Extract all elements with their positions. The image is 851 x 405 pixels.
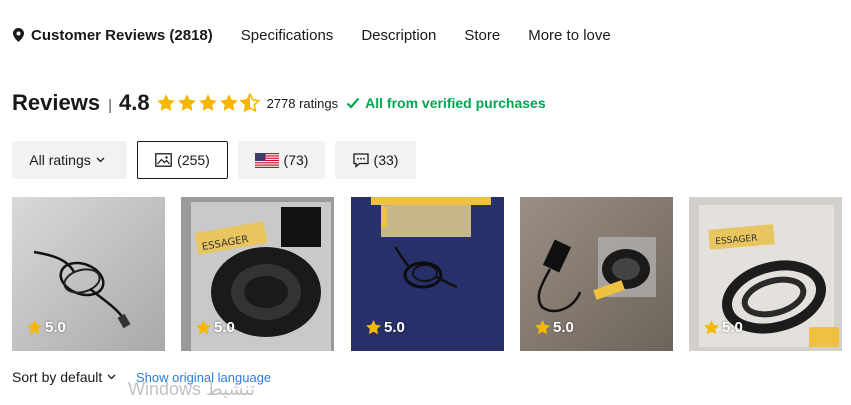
photos-filter[interactable]: (255) [137, 141, 228, 179]
photo-rating: 5.0 [703, 319, 743, 336]
tab-more-to-love[interactable]: More to love [528, 27, 611, 44]
tab-description[interactable]: Description [361, 27, 436, 44]
comment-icon [352, 152, 369, 168]
reviews-summary: Reviews | 4.8 2778 ratings All from veri… [12, 90, 546, 116]
tab-customer-reviews[interactable]: Customer Reviews (2818) [13, 27, 213, 44]
star-icon [177, 94, 196, 111]
photo-rating-value: 5.0 [384, 319, 405, 336]
comments-filter[interactable]: (33) [335, 141, 416, 179]
sort-label: Sort by default [12, 369, 103, 385]
show-original-language-link[interactable]: Show original language [136, 370, 271, 385]
photo-rating-value: 5.0 [553, 319, 574, 336]
reviews-title: Reviews [12, 90, 101, 115]
verified-text: All from verified purchases [365, 95, 546, 111]
image-icon [155, 153, 173, 167]
star-rating [156, 93, 261, 113]
verified-badge: All from verified purchases [346, 95, 546, 111]
star-icon [198, 94, 217, 111]
us-flag-icon [254, 152, 279, 168]
rating-count: 2778 ratings [266, 95, 339, 111]
review-photo[interactable]: ESSAGER 5.0 [181, 197, 334, 351]
product-tab-nav: Customer Reviews (2818) Specifications D… [13, 24, 639, 46]
half-star-icon [239, 93, 260, 113]
photo-rating-value: 5.0 [722, 319, 743, 336]
star-icon [704, 320, 719, 335]
star-icon [366, 320, 381, 335]
chevron-down-icon [96, 157, 105, 163]
photo-rating-value: 5.0 [45, 319, 66, 336]
photo-rating: 5.0 [365, 319, 405, 336]
photo-rating: 5.0 [195, 319, 235, 336]
photos-count: (255) [177, 152, 210, 168]
star-icon [535, 320, 550, 335]
all-ratings-dropdown[interactable]: All ratings [12, 141, 127, 179]
comments-count: (33) [373, 152, 399, 168]
review-photo[interactable]: 5.0 [12, 197, 165, 351]
checkmark-icon [346, 97, 360, 109]
star-icon [156, 94, 175, 111]
review-filters: All ratings (255) (73) (33) [12, 141, 426, 179]
tab-specifications[interactable]: Specifications [241, 27, 334, 44]
tab-store[interactable]: Store [464, 27, 500, 44]
review-photo[interactable]: 5.0 [520, 197, 673, 351]
country-filter[interactable]: (73) [238, 141, 325, 179]
photo-rating: 5.0 [534, 319, 574, 336]
sort-dropdown[interactable]: Sort by default [12, 369, 116, 385]
photo-rating: 5.0 [26, 319, 66, 336]
divider: | [108, 96, 112, 114]
photo-rating-value: 5.0 [214, 319, 235, 336]
chevron-down-icon [107, 374, 116, 380]
star-icon [27, 320, 42, 335]
review-photo[interactable]: ESSAGER 5.0 [689, 197, 842, 351]
country-count: (73) [283, 152, 309, 168]
location-pin-icon [13, 28, 25, 42]
review-photo[interactable]: 5.0 [351, 197, 504, 351]
star-icon [196, 320, 211, 335]
star-icon [219, 94, 238, 111]
all-ratings-label: All ratings [29, 152, 91, 168]
tab-customer-reviews-label: Customer Reviews (2818) [31, 26, 213, 44]
average-score: 4.8 [118, 90, 150, 115]
